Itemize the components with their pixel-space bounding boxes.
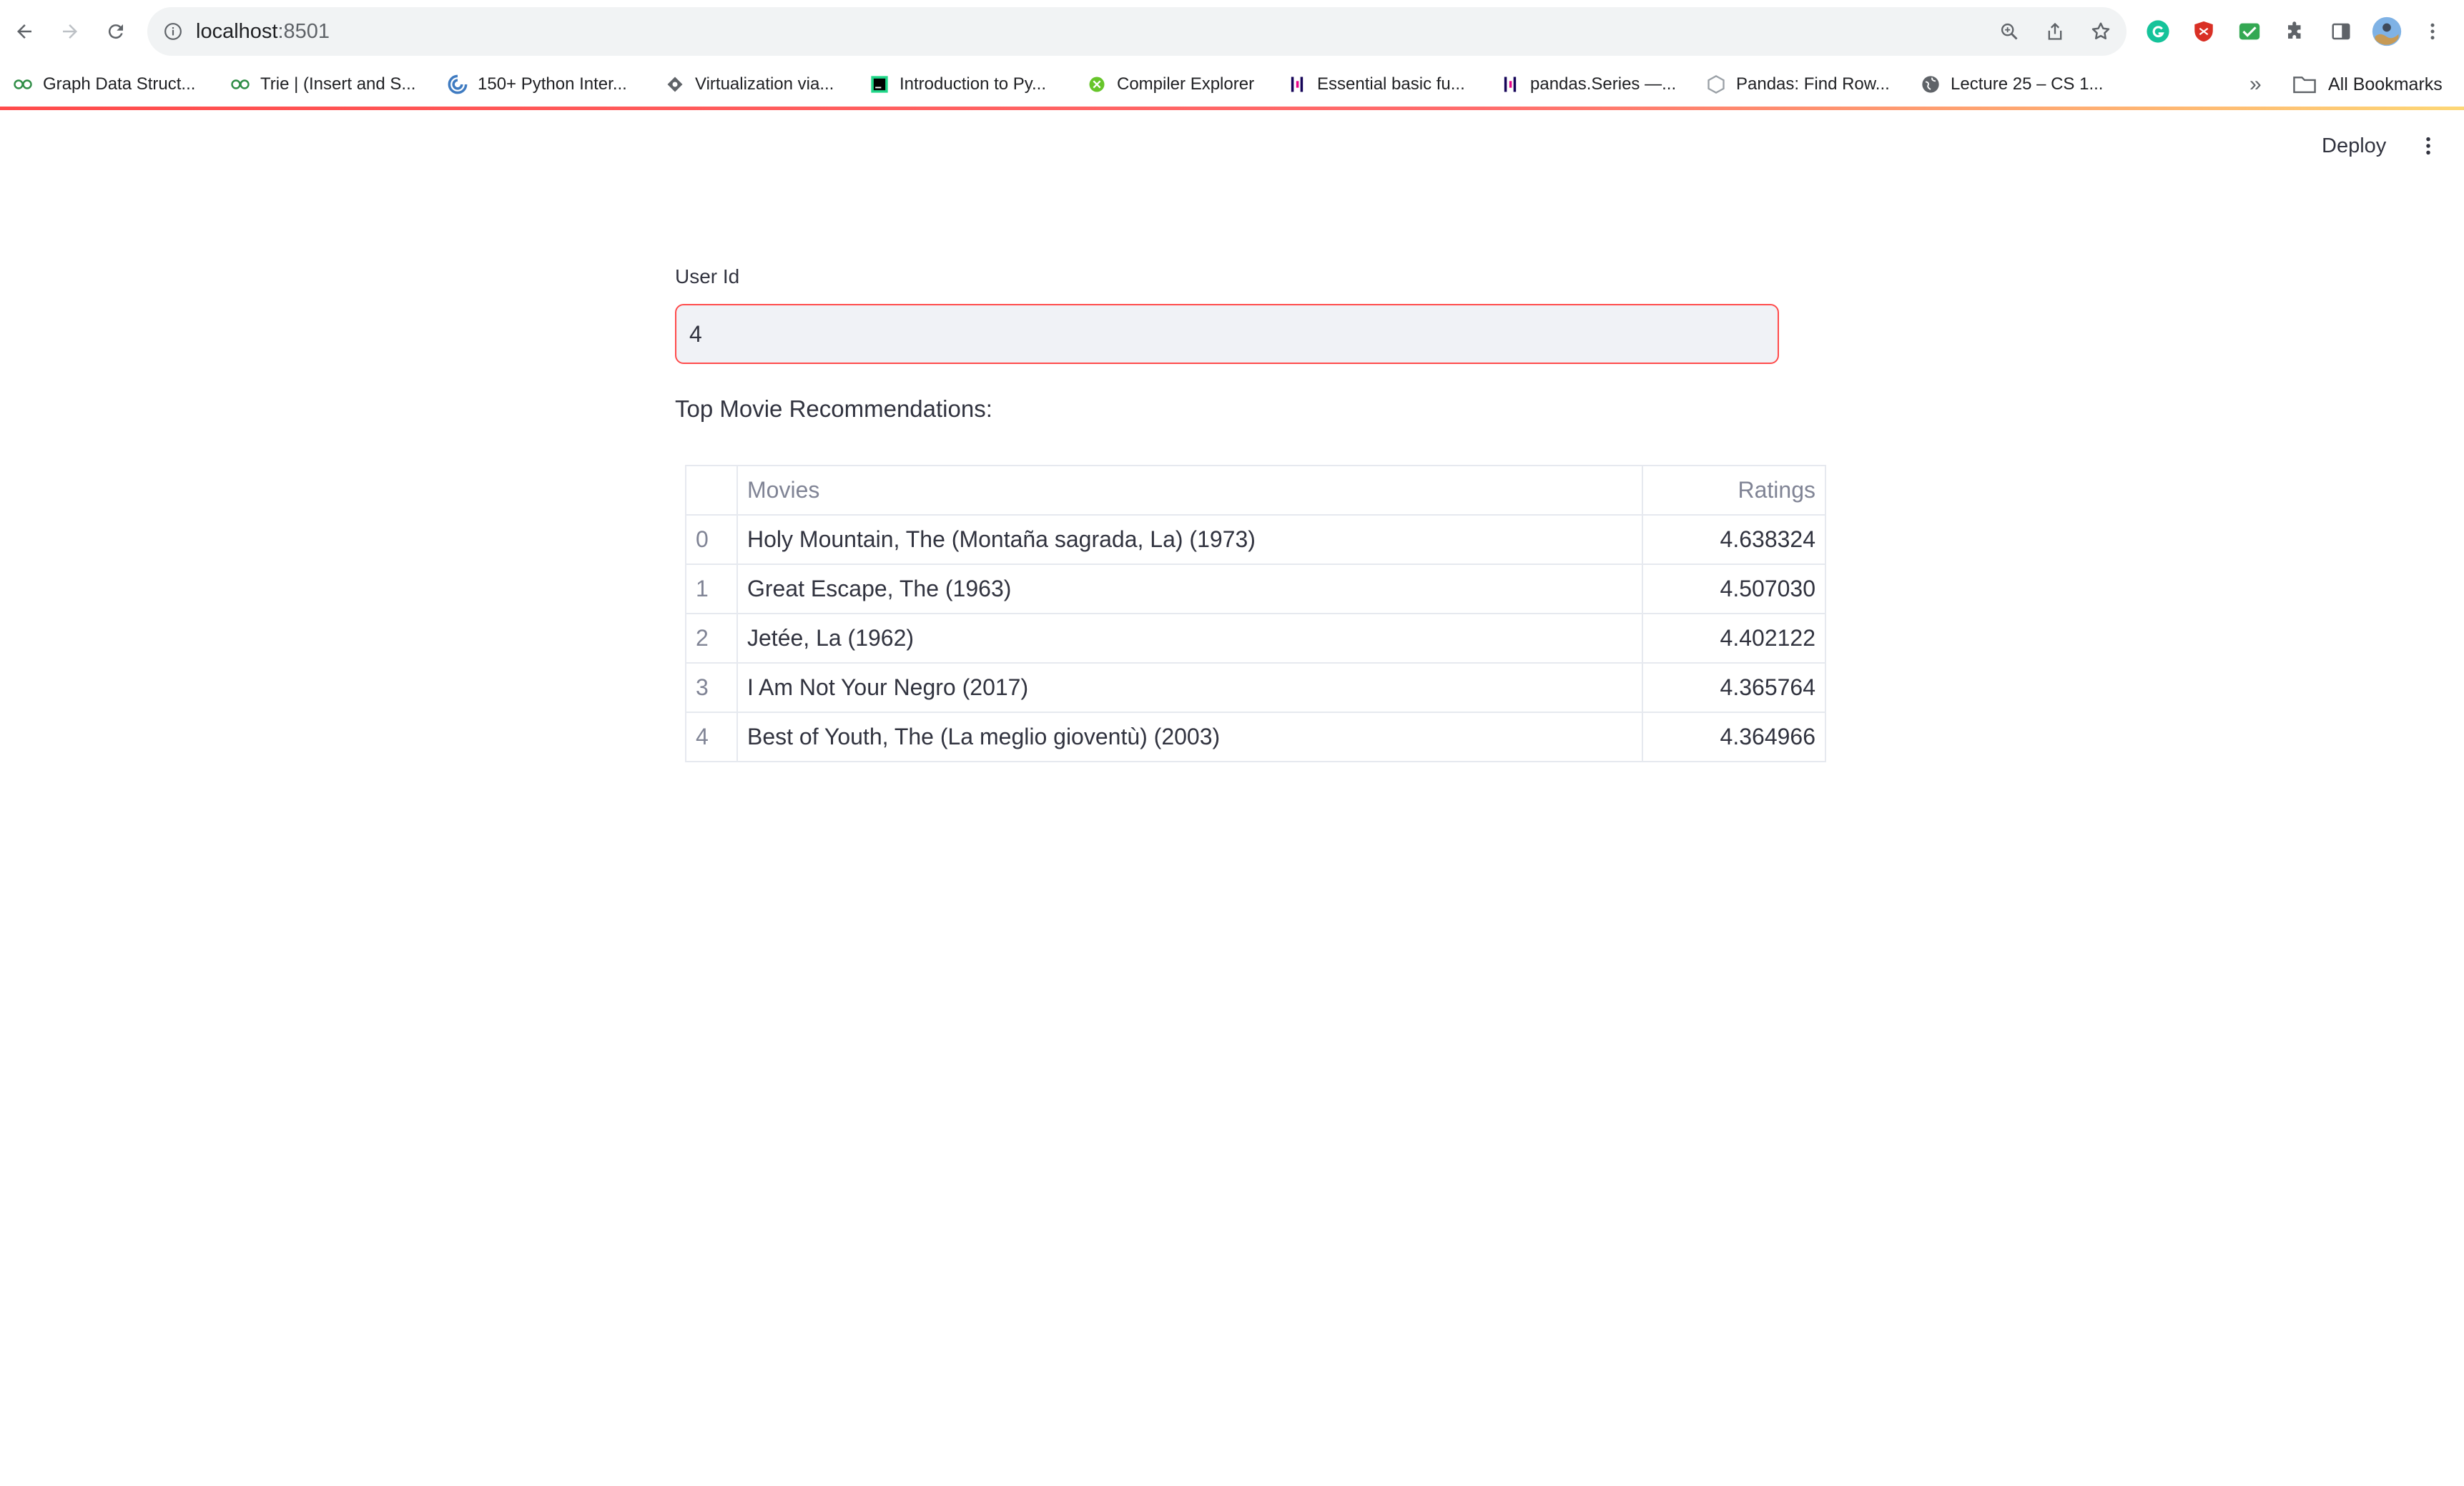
movie-title-cell[interactable]: Holy Mountain, The (Montaña sagrada, La)…	[736, 514, 1643, 565]
grammarly-icon[interactable]	[2142, 16, 2174, 47]
row-index: 0	[685, 514, 738, 565]
main-menu-icon[interactable]	[2413, 130, 2444, 162]
index-column-header	[685, 465, 738, 516]
back-icon[interactable]	[9, 16, 40, 47]
extensions-puzzle-icon[interactable]	[2280, 16, 2311, 47]
bookmark-item[interactable]: Graph Data Struct...	[13, 63, 195, 106]
address-bar[interactable]: localhost:8501	[147, 7, 2127, 56]
folder-icon	[2292, 74, 2317, 94]
bookmark-item[interactable]: Trie | (Insert and S...	[230, 63, 415, 106]
bookmark-item[interactable]: Essential basic fu...	[1287, 63, 1465, 106]
adblock-icon[interactable]	[2188, 16, 2219, 47]
bookmark-label: Compiler Explorer	[1117, 74, 1255, 94]
bookmark-label: Trie | (Insert and S...	[260, 74, 416, 94]
table-row: 2 Jetée, La (1962) 4.402122	[685, 613, 1826, 664]
rating-cell[interactable]: 4.638324	[1642, 514, 1826, 565]
movie-title-cell[interactable]: Best of Youth, The (La meglio gioventù) …	[736, 712, 1643, 762]
zoom-icon[interactable]	[1994, 16, 2025, 47]
bookmark-label: 150+ Python Inter...	[478, 74, 627, 94]
bookmark-label: Lecture 25 – CS 1...	[1951, 74, 2104, 94]
bookmark-label: Graph Data Struct...	[43, 74, 196, 94]
compiler-explorer-icon	[1087, 74, 1107, 94]
bookmark-star-icon[interactable]	[2085, 16, 2116, 47]
all-bookmarks-label: All Bookmarks	[2328, 74, 2443, 94]
movie-title-cell[interactable]: Great Escape, The (1963)	[736, 564, 1643, 614]
rating-cell[interactable]: 4.507030	[1642, 564, 1826, 614]
geeksforgeeks-icon	[13, 74, 33, 94]
deploy-button[interactable]: Deploy	[2306, 124, 2402, 167]
user-id-input[interactable]	[676, 305, 1778, 363]
recommendations-heading: Top Movie Recommendations:	[675, 395, 992, 422]
url-host: localhost	[196, 20, 278, 43]
row-index: 2	[685, 613, 738, 664]
globe-icon	[1921, 74, 1941, 94]
bookmark-label: Introduction to Py...	[900, 74, 1046, 94]
movies-column-header[interactable]: Movies	[736, 465, 1643, 516]
user-id-field[interactable]	[675, 304, 1779, 364]
pandas-icon	[1500, 74, 1520, 94]
url-text[interactable]: localhost:8501	[196, 7, 330, 56]
site-icon	[1706, 74, 1726, 94]
reload-icon[interactable]	[100, 16, 132, 47]
table-row: 3 I Am Not Your Negro (2017) 4.365764	[685, 662, 1826, 713]
table-header-row: Movies Ratings	[685, 465, 1826, 516]
recommendations-table: Movies Ratings 0 Holy Mountain, The (Mon…	[685, 465, 1826, 762]
rating-cell[interactable]: 4.364966	[1642, 712, 1826, 762]
table-row: 1 Great Escape, The (1963) 4.507030	[685, 564, 1826, 614]
rating-cell[interactable]: 4.365764	[1642, 662, 1826, 713]
bookmark-item[interactable]: Introduction to Py...	[869, 63, 1046, 106]
row-index: 4	[685, 712, 738, 762]
bookmarks-bar: Graph Data Struct... Trie | (Insert and …	[0, 63, 2464, 106]
movie-title-cell[interactable]: I Am Not Your Negro (2017)	[736, 662, 1643, 713]
user-id-label: User Id	[675, 265, 740, 287]
bookmark-item[interactable]: Virtualization via...	[665, 63, 834, 106]
bookmark-item[interactable]: 150+ Python Inter...	[448, 63, 627, 106]
row-index: 1	[685, 564, 738, 614]
bookmark-item[interactable]: pandas.Series —...	[1500, 63, 1676, 106]
site-info-icon[interactable]	[157, 16, 189, 47]
rating-cell[interactable]: 4.402122	[1642, 613, 1826, 664]
browser-window: localhost:8501 Graph Data Struct... Trie…	[0, 0, 2464, 1486]
app-decoration-bar	[0, 107, 2464, 110]
extension-inbox-icon[interactable]	[2234, 16, 2265, 47]
ratings-column-header[interactable]: Ratings	[1642, 465, 1826, 516]
bookmark-item[interactable]: Lecture 25 – CS 1...	[1921, 63, 2103, 106]
bookmarks-overflow-button[interactable]: »	[2249, 63, 2262, 106]
site-icon	[665, 74, 685, 94]
profile-avatar-icon[interactable]	[2371, 16, 2403, 47]
forward-icon[interactable]	[54, 16, 86, 47]
row-index: 3	[685, 662, 738, 713]
bookmark-label: pandas.Series —...	[1530, 74, 1677, 94]
table-row: 0 Holy Mountain, The (Montaña sagrada, L…	[685, 514, 1826, 565]
pandas-icon	[1287, 74, 1307, 94]
bookmark-label: Pandas: Find Row...	[1736, 74, 1890, 94]
geeksforgeeks-icon	[230, 74, 250, 94]
browser-menu-icon[interactable]	[2417, 16, 2448, 47]
browser-toolbar: localhost:8501	[0, 0, 2464, 63]
bookmark-label: Virtualization via...	[695, 74, 834, 94]
movie-title-cell[interactable]: Jetée, La (1962)	[736, 613, 1643, 664]
bookmark-item[interactable]: Pandas: Find Row...	[1706, 63, 1890, 106]
share-icon[interactable]	[2039, 16, 2071, 47]
pycharm-icon	[869, 74, 889, 94]
table-row: 4 Best of Youth, The (La meglio gioventù…	[685, 712, 1826, 762]
all-bookmarks-button[interactable]: All Bookmarks	[2292, 63, 2443, 106]
bookmark-label: Essential basic fu...	[1317, 74, 1465, 94]
python-site-icon	[448, 74, 468, 94]
url-port: :8501	[277, 20, 330, 43]
side-panel-icon[interactable]	[2325, 16, 2357, 47]
bookmark-item[interactable]: Compiler Explorer	[1087, 63, 1254, 106]
